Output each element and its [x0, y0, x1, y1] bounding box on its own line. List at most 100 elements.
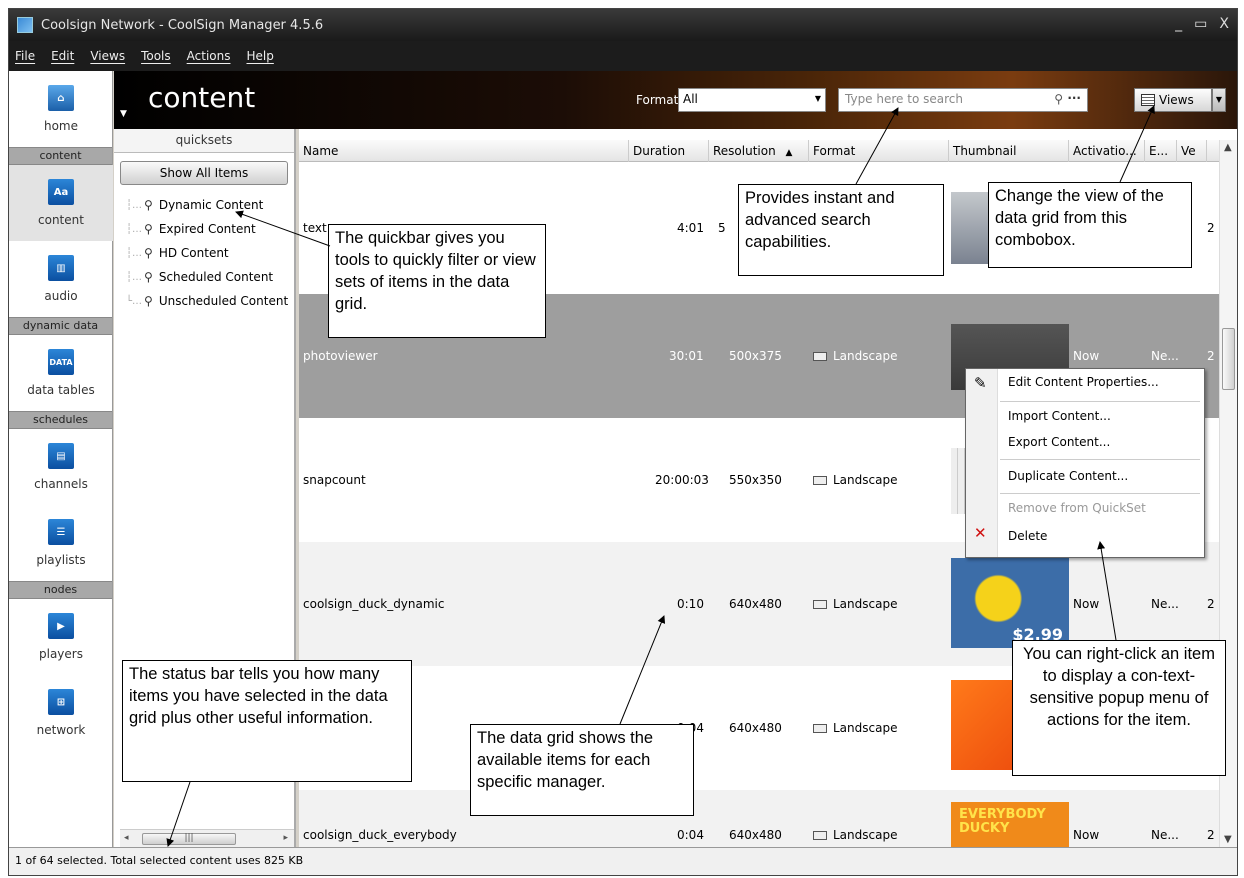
views-label: Views	[1159, 93, 1194, 107]
close-button[interactable]: X	[1219, 16, 1229, 32]
title-bar: Coolsign Network - CoolSign Manager 4.5.…	[9, 9, 1237, 41]
format-label: Format:	[636, 93, 683, 107]
views-dropdown-button[interactable]: ▼	[1212, 88, 1226, 112]
thumbnail-image: EVERYBODY DUCKY	[951, 802, 1069, 847]
nav-audio-label: audio	[44, 289, 78, 303]
menu-tools[interactable]: Tools	[141, 49, 171, 63]
quickset-label: Scheduled Content	[158, 270, 274, 284]
nav-players-label: players	[39, 647, 83, 661]
nav-data-tables[interactable]: DATA data tables	[9, 335, 113, 411]
cell-format: Landscape	[813, 349, 897, 363]
quickset-search-icon: ⚲	[144, 270, 153, 284]
content-icon: Aa	[48, 179, 74, 205]
section-nodes: nodes	[9, 581, 112, 599]
search-options-button[interactable]: ···	[1067, 91, 1081, 105]
quickset-search-icon: ⚲	[144, 294, 153, 308]
quickset-dynamic-content[interactable]: ┆… ⚲ Dynamic Content	[114, 193, 294, 217]
menu-edit-content-properties[interactable]: Edit Content Properties...	[1008, 369, 1159, 395]
column-thumbnail[interactable]: Thumbnail	[949, 140, 1069, 162]
cell-name: snapcount	[303, 473, 366, 487]
menu-views[interactable]: Views	[90, 49, 125, 63]
format-dropdown[interactable]: All ▼	[678, 88, 826, 112]
cell-duration: 0:04	[677, 828, 704, 842]
grid-header: Name Duration Resolution ▲ Format Thumbn…	[299, 140, 1237, 162]
quickbar-horizontal-scrollbar[interactable]: ◂ ||| ▸	[120, 829, 294, 847]
cell-format: Landscape	[813, 721, 897, 735]
nav-content[interactable]: Aa content	[9, 165, 113, 241]
scroll-thumb[interactable]: |||	[142, 833, 236, 845]
menu-delete[interactable]: Delete	[1008, 523, 1047, 549]
cell-format-label: Landscape	[833, 828, 898, 842]
minimize-button[interactable]: _	[1175, 16, 1182, 32]
quickset-search-icon: ⚲	[144, 222, 153, 236]
playlist-icon: ☰	[48, 519, 74, 545]
menu-actions[interactable]: Actions	[187, 49, 231, 63]
show-all-items-button[interactable]: Show All Items	[120, 161, 288, 185]
menu-edit[interactable]: Edit	[51, 49, 74, 63]
page-title: content	[148, 81, 256, 114]
cell-format: Landscape	[813, 828, 897, 842]
nav-channels[interactable]: ▤ channels	[9, 429, 113, 505]
menu-separator	[1000, 459, 1200, 460]
nav-players[interactable]: ▶ players	[9, 599, 113, 675]
quickset-unscheduled-content[interactable]: └… ⚲ Unscheduled Content	[114, 289, 294, 313]
menu-separator	[1000, 493, 1200, 494]
section-dynamic-data: dynamic data	[9, 317, 112, 335]
cell-expiration: Ne...	[1151, 597, 1179, 611]
app-icon	[17, 17, 33, 33]
cell-version: 2	[1207, 597, 1215, 611]
scroll-right-icon[interactable]: ▸	[283, 833, 288, 843]
callout-views: Change the view of the data grid from th…	[988, 182, 1192, 268]
quickset-scheduled-content[interactable]: ┆… ⚲ Scheduled Content	[114, 265, 294, 289]
views-combobox[interactable]: Views	[1134, 88, 1212, 112]
chevron-down-icon: ▼	[814, 94, 821, 103]
cell-resolution: 500x375	[729, 349, 782, 363]
search-icon[interactable]: ⚲	[1054, 92, 1063, 106]
cell-resolution: 640x480	[729, 828, 782, 842]
search-input[interactable]: Type here to search ⚲ ···	[838, 88, 1088, 112]
scroll-thumb[interactable]	[1222, 328, 1235, 390]
home-icon: ⌂	[48, 85, 74, 111]
column-expiration[interactable]: E...	[1145, 140, 1177, 162]
column-resolution[interactable]: Resolution ▲	[709, 140, 809, 162]
player-icon: ▶	[48, 613, 74, 639]
cell-version: 2	[1207, 221, 1215, 235]
cell-resolution: 550x350	[729, 473, 782, 487]
quickset-expired-content[interactable]: ┆… ⚲ Expired Content	[114, 217, 294, 241]
nav-playlists[interactable]: ☰ playlists	[9, 505, 113, 581]
cell-duration: 0:10	[677, 597, 704, 611]
scroll-down-icon[interactable]: ▼	[1224, 834, 1232, 845]
cell-name: coolsign_duck_everybody	[303, 828, 457, 842]
nav-home[interactable]: ⌂ home	[9, 71, 113, 147]
window-title: Coolsign Network - CoolSign Manager 4.5.…	[41, 17, 324, 33]
cell-version: 2	[1207, 349, 1215, 363]
maximize-button[interactable]: ▭	[1194, 16, 1207, 32]
cell-duration: 30:01	[669, 349, 704, 363]
cell-name: text	[303, 221, 327, 235]
column-name[interactable]: Name	[299, 140, 629, 162]
cell-resolution: 640x480	[729, 721, 782, 735]
nav-audio[interactable]: ▥ audio	[9, 241, 113, 317]
cell-name: coolsign_duck_dynamic	[303, 597, 445, 611]
menu-file[interactable]: File	[15, 49, 35, 63]
column-version[interactable]: Ve	[1177, 140, 1207, 162]
menu-duplicate-content[interactable]: Duplicate Content...	[1008, 463, 1128, 489]
table-row[interactable]: coolsign_duck_everybody 0:04 640x480 Lan…	[299, 790, 1219, 847]
column-activation[interactable]: Activatio...	[1069, 140, 1145, 162]
menu-import-content[interactable]: Import Content...	[1008, 403, 1111, 429]
column-duration[interactable]: Duration	[629, 140, 709, 162]
nav-network[interactable]: ⊞ network	[9, 675, 113, 751]
quickset-search-icon: ⚲	[144, 198, 153, 212]
scroll-up-icon[interactable]: ▲	[1224, 142, 1232, 153]
landscape-icon	[813, 600, 827, 609]
menu-export-content[interactable]: Export Content...	[1008, 429, 1110, 455]
cell-format-label: Landscape	[833, 349, 898, 363]
quickset-hd-content[interactable]: ┆… ⚲ HD Content	[114, 241, 294, 265]
thumbnail-image: $2.99	[951, 558, 1069, 648]
cell-expiration: Ne...	[1151, 828, 1179, 842]
banner-collapse-icon[interactable]: ▼	[120, 109, 127, 119]
nav-network-label: network	[36, 723, 86, 737]
column-format[interactable]: Format	[809, 140, 949, 162]
menu-help[interactable]: Help	[246, 49, 273, 63]
scroll-left-icon[interactable]: ◂	[124, 833, 129, 843]
